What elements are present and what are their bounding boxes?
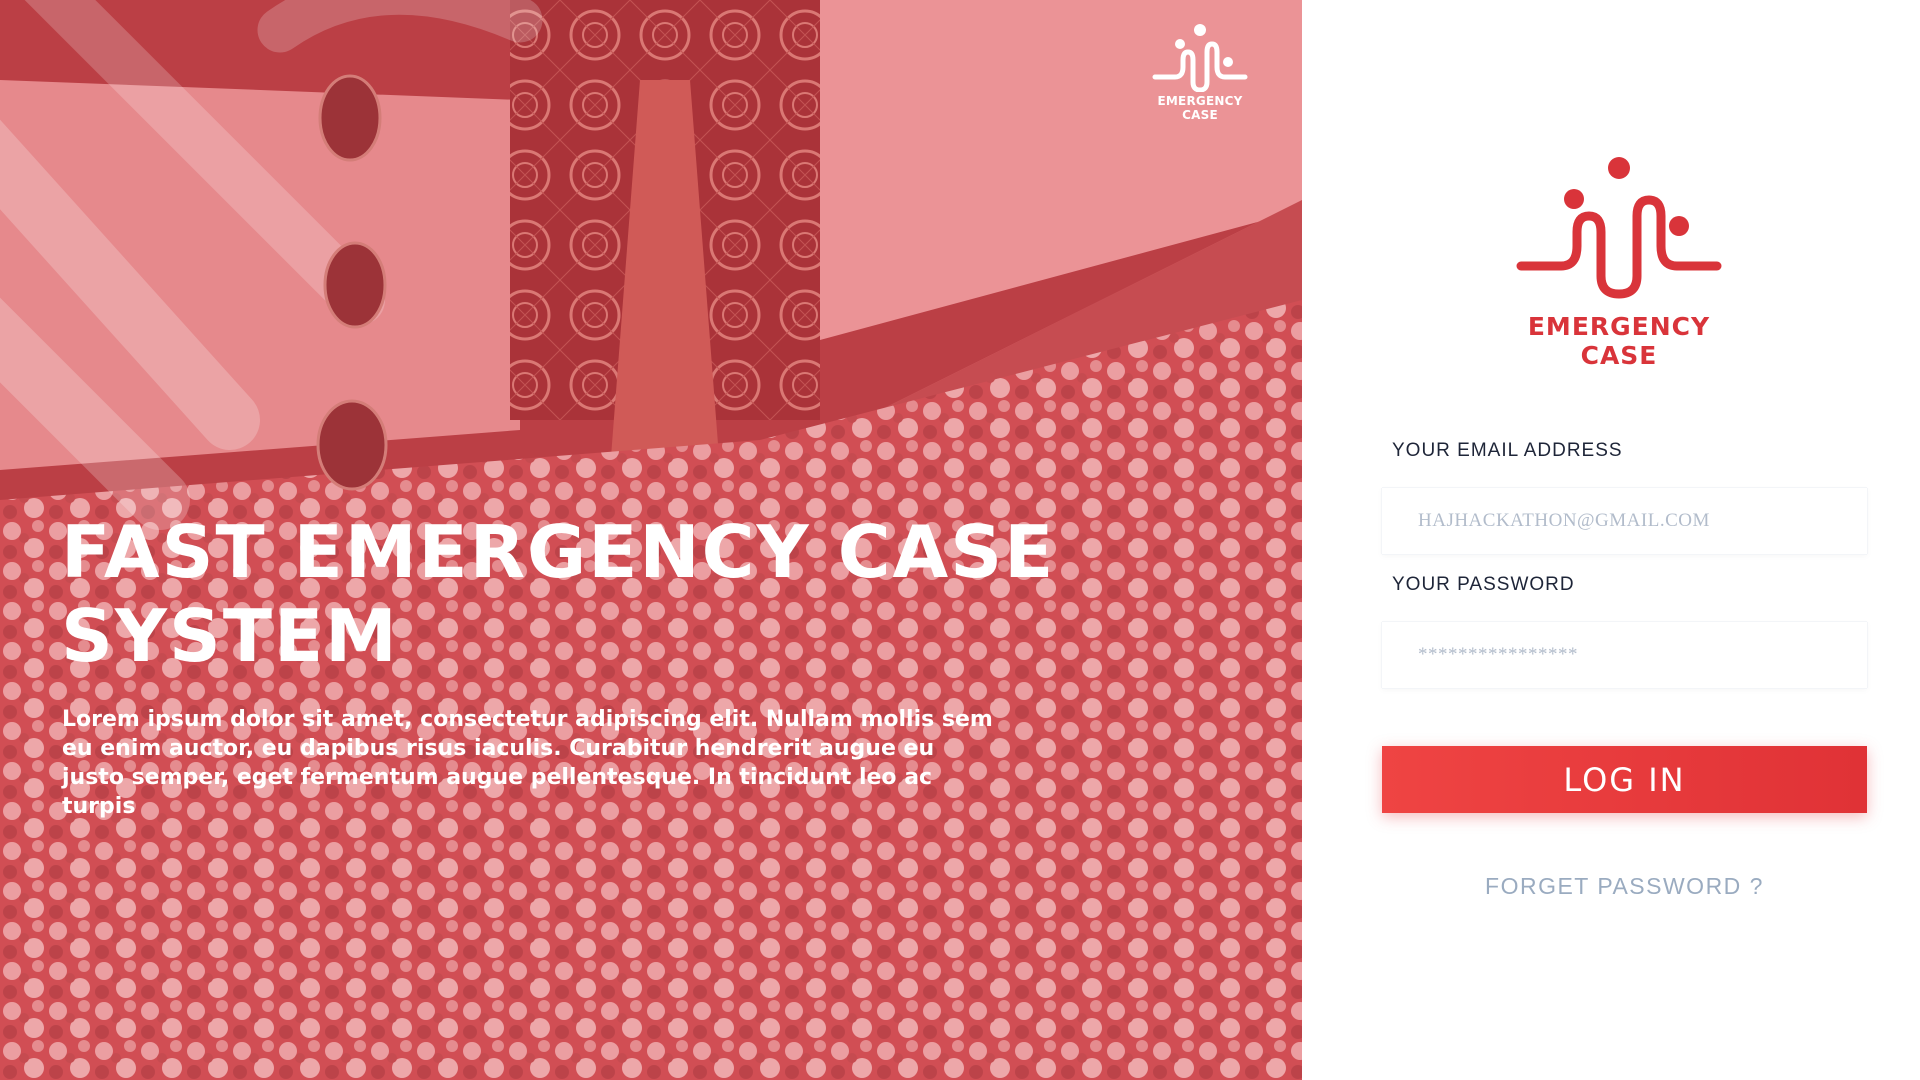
hero-description: Lorem ipsum dolor sit amet, consectetur … (62, 707, 993, 819)
forgot-password-link[interactable]: FORGET PASSWORD ? (1382, 873, 1867, 900)
email-label: YOUR EMAIL ADDRESS (1392, 440, 1623, 461)
password-input[interactable] (1382, 622, 1867, 688)
emergency-logo-icon (1516, 157, 1722, 299)
hero-logo-text: EMERGENCY CASE (1157, 94, 1243, 122)
emergency-logo-icon (1152, 24, 1248, 92)
hero-section: EMERGENCY CASE FAST EMERGENCY CASE SYSTE… (0, 0, 1302, 1080)
login-logo: EMERGENCY CASE (1504, 154, 1734, 370)
login-logo-text: EMERGENCY CASE (1527, 312, 1711, 370)
hero-title: FAST EMERGENCY CASE SYSTEM (61, 510, 1056, 678)
login-form: YOUR EMAIL ADDRESS YOUR PASSWORD LOG IN … (1382, 440, 1867, 900)
login-panel: EMERGENCY CASE YOUR EMAIL ADDRESS YOUR P… (1302, 0, 1920, 1080)
hero-logo: EMERGENCY CASE (1140, 22, 1260, 122)
password-label: YOUR PASSWORD (1392, 574, 1575, 595)
email-input[interactable] (1382, 488, 1867, 554)
login-button[interactable]: LOG IN (1382, 746, 1867, 813)
